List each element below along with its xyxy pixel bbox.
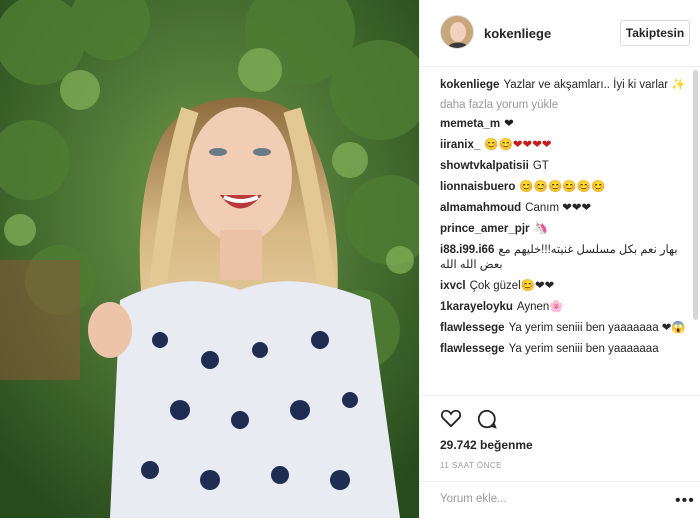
photo-illustration xyxy=(0,0,419,518)
comment-username[interactable]: ixvcl xyxy=(440,280,466,292)
avatar[interactable] xyxy=(440,15,474,49)
comment: memeta_m ❤ xyxy=(440,117,692,132)
comments-list: kokenliege Yazlar ve akşamları.. İyi ki v… xyxy=(440,78,692,363)
comment-text: Ya yerim seniii ben yaaaaaaa xyxy=(508,343,659,355)
comment: flawlessege Ya yerim seniii ben yaaaaaaa … xyxy=(440,321,692,336)
add-comment-bar: Yorum ekle... ••• xyxy=(420,481,700,520)
comment-username[interactable]: showtvkalpatisii xyxy=(440,160,529,172)
likes-count[interactable]: 29.742 beğenme xyxy=(440,438,533,452)
comment-username[interactable]: flawlessege xyxy=(440,322,505,334)
comment: showtvkalpatisii GT xyxy=(440,159,692,174)
load-more-comments[interactable]: daha fazla yorum yükle xyxy=(440,99,692,111)
comment: prince_amer_pjr 🦄 xyxy=(440,222,692,237)
comment: flawlessege Ya yerim seniii ben yaaaaaaa xyxy=(440,342,692,357)
comment-text: Ya yerim seniii ben yaaaaaaa ❤😱 xyxy=(508,322,686,334)
following-button[interactable]: Takiptesin xyxy=(620,20,690,46)
comment-text: Çok güzel😊❤❤ xyxy=(469,280,555,292)
comment-username[interactable]: iiranix_ xyxy=(440,139,480,151)
header-username[interactable]: kokenliege xyxy=(484,26,551,41)
post-header: kokenliege Takiptesin xyxy=(420,0,700,67)
comment-text: 🦄 xyxy=(533,223,548,235)
comment-text: 😊😊😊😊😊😊 xyxy=(519,181,606,193)
comment-username[interactable]: i88.i99.i66 xyxy=(440,244,494,256)
comment: iiranix_ 😊😊❤❤❤❤ xyxy=(440,138,692,153)
post-timestamp[interactable]: 11 SAAT ÖNCE xyxy=(440,461,502,470)
caption-username[interactable]: kokenliege xyxy=(440,79,499,91)
avatar-image xyxy=(441,16,473,48)
comment-text: 😊😊❤❤❤❤ xyxy=(484,139,552,151)
caption-text: Yazlar ve akşamları.. İyi ki varlar ✨ xyxy=(503,79,686,91)
comment-text: Aynen🌸 xyxy=(516,301,564,313)
comment-text: Canım ❤❤❤ xyxy=(525,202,592,214)
comment: 1karayeloyku Aynen🌸 xyxy=(440,300,692,315)
comment: almamahmoud Canım ❤❤❤ xyxy=(440,201,692,216)
post-photo[interactable] xyxy=(0,0,419,518)
comment-input[interactable]: Yorum ekle... xyxy=(440,493,507,505)
comment-username[interactable]: 1karayeloyku xyxy=(440,301,513,313)
post-sidebar: kokenliege Takiptesin kokenliege Yazlar v… xyxy=(419,0,700,518)
instagram-post: kokenliege Takiptesin kokenliege Yazlar v… xyxy=(0,0,700,518)
comment-username[interactable]: prince_amer_pjr xyxy=(440,223,530,235)
more-options-icon[interactable]: ••• xyxy=(675,492,695,510)
comment-text: GT xyxy=(532,160,549,172)
comment: ixvcl Çok güzel😊❤❤ xyxy=(440,279,692,294)
comment: lionnaisbuero 😊😊😊😊😊😊 xyxy=(440,180,692,195)
heart-icon[interactable] xyxy=(440,408,462,433)
comment-icon[interactable] xyxy=(476,408,498,435)
comment-username[interactable]: flawlessege xyxy=(440,343,505,355)
caption: kokenliege Yazlar ve akşamları.. İyi ki v… xyxy=(440,78,692,93)
comment-text: ❤ xyxy=(504,118,514,130)
comment-username[interactable]: memeta_m xyxy=(440,118,500,130)
comment-username[interactable]: almamahmoud xyxy=(440,202,521,214)
post-actions: 29.742 beğenme 11 SAAT ÖNCE Yorum ekle..… xyxy=(420,395,700,519)
comments-scrollbar[interactable] xyxy=(693,70,698,320)
comment: i88.i99.i66 بهار نعم بكل مسلسل غنيته!!!خل… xyxy=(440,243,692,273)
comment-username[interactable]: lionnaisbuero xyxy=(440,181,515,193)
